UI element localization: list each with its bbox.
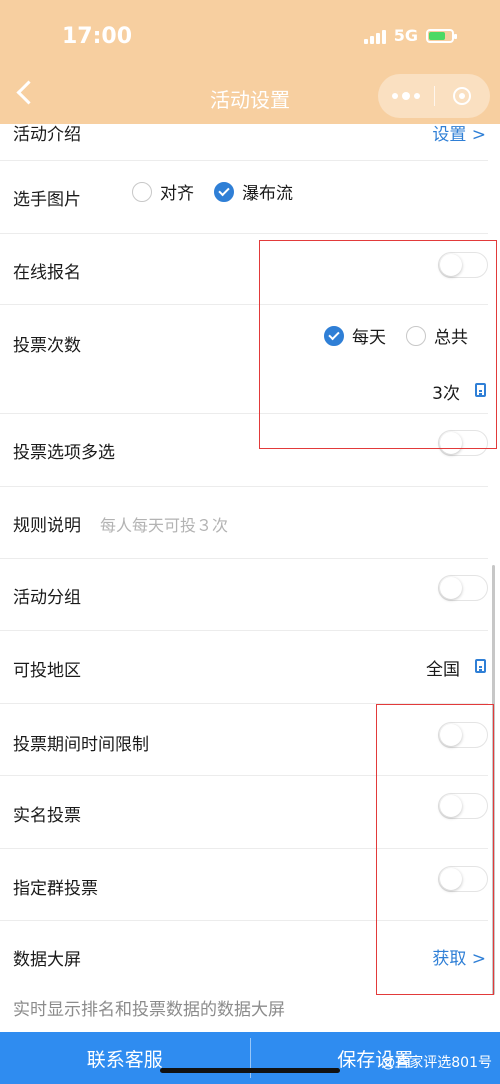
- edit-doc-icon[interactable]: [475, 659, 486, 673]
- close-target-icon[interactable]: [434, 87, 490, 105]
- signal-icon: [363, 28, 386, 44]
- time-limit-row: 投票期间时间限制: [0, 704, 500, 775]
- photo-layout-label: 选手图片: [13, 190, 81, 210]
- grouping-label: 活动分组: [13, 588, 81, 608]
- group-vote-label: 指定群投票: [13, 879, 98, 899]
- vote-count-label: 投票次数: [13, 336, 81, 356]
- network-type: 5G: [393, 26, 418, 45]
- real-name-row: 实名投票: [0, 776, 500, 848]
- group-vote-toggle[interactable]: [438, 866, 488, 892]
- battery-icon: [426, 28, 457, 43]
- radio-daily-label: 每天: [352, 328, 386, 348]
- region-value[interactable]: 全国: [426, 655, 460, 680]
- radio-daily[interactable]: 每天: [324, 323, 386, 348]
- multi-select-row: 投票选项多选: [0, 414, 500, 486]
- vote-count-text: 3次: [432, 384, 460, 404]
- contact-support-button[interactable]: 联系客服: [0, 1032, 250, 1084]
- scrollbar[interactable]: [492, 565, 495, 995]
- radio-total[interactable]: 总共: [406, 323, 468, 348]
- data-screen-description: 实时显示排名和投票数据的数据大屏: [13, 1000, 285, 1020]
- radio-align-label: 对齐: [160, 184, 194, 204]
- vote-count-row: 投票次数 每天 总共 3次: [0, 305, 500, 413]
- multi-select-toggle[interactable]: [438, 430, 488, 456]
- rules-input[interactable]: 每人每天可投３次: [100, 512, 228, 536]
- radio-align[interactable]: 对齐: [132, 179, 194, 204]
- group-vote-row: 指定群投票: [0, 849, 500, 920]
- home-indicator: [160, 1068, 340, 1073]
- online-signup-toggle[interactable]: [438, 252, 488, 278]
- data-screen-get-link[interactable]: 获取 >: [432, 944, 486, 969]
- status-time: 17:00: [62, 24, 133, 49]
- online-signup-label: 在线报名: [13, 263, 81, 283]
- watermark: @吝家评选801号: [381, 1055, 492, 1071]
- radio-waterfall[interactable]: 瀑布流: [214, 179, 293, 204]
- radio-unchecked-icon: [406, 325, 426, 346]
- mini-program-capsule: [378, 74, 490, 118]
- app-header: 17:00 5G 活动设置: [0, 0, 500, 124]
- edit-doc-icon[interactable]: [475, 383, 486, 397]
- vote-count-value[interactable]: 3次: [432, 379, 460, 404]
- radio-checked-icon: [324, 325, 344, 346]
- multi-select-label: 投票选项多选: [13, 443, 115, 463]
- region-label: 可投地区: [13, 661, 81, 681]
- more-icon[interactable]: [378, 92, 434, 100]
- online-signup-row: 在线报名: [0, 234, 500, 304]
- time-limit-toggle[interactable]: [438, 722, 488, 748]
- real-name-label: 实名投票: [13, 806, 81, 826]
- data-screen-label: 数据大屏: [13, 950, 81, 970]
- rules-label: 规则说明: [13, 516, 81, 536]
- settings-page: 活动介绍 设置 > 选手图片 对齐 瀑布流 在线报名 投票次数 每天 总共 3次…: [0, 0, 500, 1084]
- grouping-row: 活动分组: [0, 559, 500, 630]
- radio-total-label: 总共: [434, 328, 468, 348]
- region-text: 全国: [426, 660, 460, 680]
- radio-checked-icon: [214, 181, 234, 202]
- real-name-toggle[interactable]: [438, 793, 488, 819]
- photo-layout-row: 选手图片 对齐 瀑布流: [0, 161, 500, 233]
- time-limit-label: 投票期间时间限制: [13, 735, 149, 755]
- region-row[interactable]: 可投地区 全国: [0, 631, 500, 703]
- radio-unchecked-icon: [132, 181, 152, 202]
- grouping-toggle[interactable]: [438, 575, 488, 601]
- data-screen-row: 数据大屏 获取 > 实时显示排名和投票数据的数据大屏: [0, 921, 500, 1031]
- status-indicators: 5G: [363, 26, 457, 45]
- radio-waterfall-label: 瀑布流: [242, 184, 293, 204]
- rules-row: 规则说明 每人每天可投３次: [0, 487, 500, 558]
